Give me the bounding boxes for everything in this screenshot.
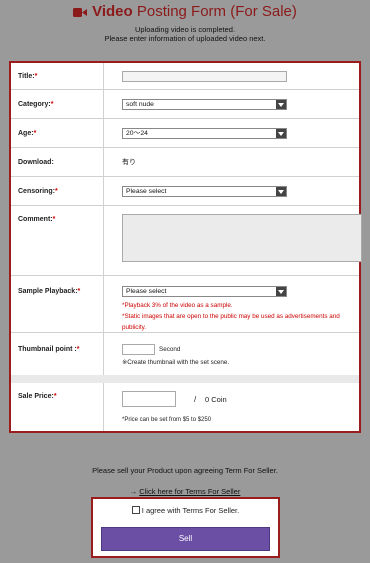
sale-price-note: *Price can be set from $5 to $250 xyxy=(122,417,212,423)
page-title-rest: Posting Form (For Sale) xyxy=(136,3,297,20)
age-row: Age:* 20～24 xyxy=(11,119,359,148)
upload-status-message: Uploading video is completed. Please ent… xyxy=(0,25,370,43)
agree-row: I agree with Terms For Seller. xyxy=(93,506,278,515)
download-value: 有り xyxy=(122,159,136,166)
title-input[interactable] xyxy=(122,71,287,82)
posting-form: Title:* Category:* soft nude Age:* 20～24… xyxy=(9,61,362,433)
download-row: Download: 有り xyxy=(11,148,359,177)
comment-row: Comment:* xyxy=(11,206,362,276)
agree-label: I agree with Terms For Seller. xyxy=(141,506,240,515)
upload-status-line1: Uploading video is completed. xyxy=(134,25,236,34)
page-header: Video Posting Form (For Sale) Uploading … xyxy=(0,0,370,48)
agreement-box: I agree with Terms For Seller. Sell xyxy=(91,497,280,558)
thumbnail-seconds-input[interactable] xyxy=(122,344,155,355)
category-select[interactable]: soft nude xyxy=(122,99,287,110)
arrow-right-icon: → xyxy=(129,487,138,496)
download-label: Download: xyxy=(11,148,104,176)
video-camera-icon xyxy=(73,5,88,22)
chevron-down-icon xyxy=(276,187,286,196)
sample-playback-note-2: *Static images that are open to the publ… xyxy=(122,313,340,331)
category-label: Category:* xyxy=(11,90,104,118)
age-select[interactable]: 20～24 xyxy=(122,128,287,139)
sample-playback-row: Sample Playback:* Please select *Playbac… xyxy=(11,276,359,333)
title-row: Title:* xyxy=(11,63,359,90)
censoring-row: Censoring:* Please select xyxy=(11,177,359,206)
section-separator xyxy=(11,375,359,383)
censoring-select[interactable]: Please select xyxy=(122,186,287,197)
sample-playback-label: Sample Playback:* xyxy=(11,276,104,332)
page-title: Video Posting Form (For Sale) xyxy=(0,3,370,22)
sale-price-input[interactable] xyxy=(122,391,176,407)
sale-price-coin: 0 Coin xyxy=(205,395,227,404)
thumbnail-label: Thumbnail point :* xyxy=(11,333,104,375)
sell-button[interactable]: Sell xyxy=(101,527,270,551)
comment-label: Comment:* xyxy=(11,206,104,275)
title-label: Title:* xyxy=(11,63,104,89)
sample-playback-note-1: *Playback 3% of the video as a sample. xyxy=(122,302,233,309)
upload-status-line2: Please enter information of uploaded vid… xyxy=(104,34,266,43)
sale-price-row: Sale Price:* / 0 Coin *Price can be set … xyxy=(11,383,359,431)
chevron-down-icon xyxy=(276,100,286,109)
page-title-strong: Video xyxy=(92,3,133,20)
terms-for-seller-link[interactable]: Click here for Terms For Seller xyxy=(139,487,240,496)
sample-playback-select[interactable]: Please select xyxy=(122,286,287,297)
agree-checkbox[interactable] xyxy=(131,506,140,514)
sale-price-slash: / xyxy=(194,395,197,404)
chevron-down-icon xyxy=(276,129,286,138)
thumbnail-note: ※Create thumbnail with the set scene. xyxy=(122,359,230,366)
age-label: Age:* xyxy=(11,119,104,147)
thumbnail-unit: Second xyxy=(159,346,181,353)
sell-agreement-message: Please sell your Product upon agreeing T… xyxy=(92,466,278,475)
censoring-label: Censoring:* xyxy=(11,177,104,205)
comment-textarea[interactable] xyxy=(122,214,362,262)
thumbnail-row: Thumbnail point :* Second ※Create thumbn… xyxy=(11,333,359,375)
terms-link-line: → Click here for Terms For Seller xyxy=(0,487,370,496)
sale-price-label: Sale Price:* xyxy=(11,383,104,431)
chevron-down-icon xyxy=(276,287,286,296)
category-row: Category:* soft nude xyxy=(11,90,359,119)
